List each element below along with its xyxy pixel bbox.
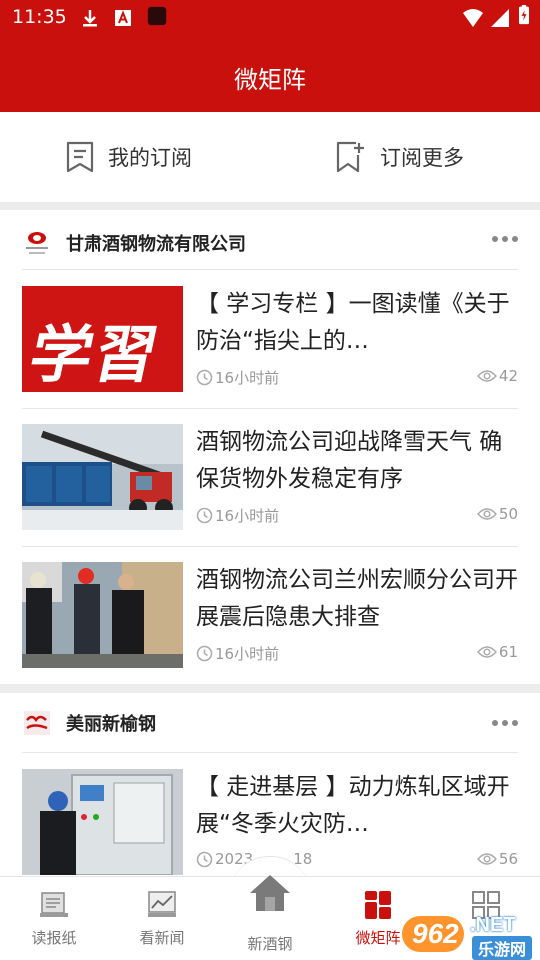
article-item[interactable]: 学習 【 学习专栏 】一图读懂《关于防治“指尖上的… 16小时前 42 [22, 270, 518, 408]
more-options-icon[interactable] [488, 720, 518, 726]
article-thumbnail [22, 769, 183, 875]
tab-label: 读报纸 [31, 929, 77, 947]
tab-label: 新酒钢 [247, 935, 293, 953]
tab-label: 看新闻 [139, 929, 185, 947]
reach-stacker-photo [22, 424, 183, 530]
eye-icon [476, 853, 497, 865]
clock-icon [196, 645, 213, 662]
bookmark-list-icon [66, 141, 94, 173]
account-card: 美丽新榆钢 【 走进基层 】动力炼轧区域开展“冬季火灾防… 2023 18 56 [0, 693, 540, 876]
article-views: 42 [476, 367, 518, 385]
article-title: 酒钢物流公司迎战降雪天气 确保货物外发稳定有序 [196, 429, 503, 492]
matrix-icon [365, 891, 391, 919]
font-a-icon [115, 10, 131, 26]
article-views: 56 [476, 850, 518, 868]
page-title: 微矩阵 [234, 66, 306, 94]
watermark-sub: 乐游网 [472, 936, 533, 960]
account-name: 美丽新榆钢 [66, 714, 156, 735]
newspaper-icon [40, 892, 68, 917]
account-name: 甘肃酒钢物流有限公司 [66, 234, 246, 255]
watermark-logo: 962 .NET 乐游网 [400, 912, 540, 960]
article-time-text: 16小时前 [215, 369, 280, 387]
subscription-bar: 我的订阅 订阅更多 [0, 112, 540, 202]
thumbnail-calligraphy: 学習 [23, 318, 167, 391]
watermark-suffix: .NET [470, 914, 516, 936]
article-thumbnail [22, 424, 183, 530]
article-thumbnail: 学習 [22, 286, 183, 392]
status-bar: 11:35 [0, 0, 540, 36]
tab-read-newspaper[interactable]: 读报纸 [0, 877, 108, 960]
clock-icon [196, 507, 213, 524]
battery-icon [519, 5, 529, 25]
article-title: 【 走进基层 】动力炼轧区域开展“冬季火灾防… [196, 774, 510, 837]
wifi-icon [463, 9, 483, 27]
account-logo-icon [22, 228, 52, 258]
signal-icon [491, 9, 509, 27]
inspection-photo [22, 562, 183, 668]
article-title: 酒钢物流公司兰州宏顺分公司开展震后隐患大排查 [196, 567, 518, 630]
article-views-count: 61 [498, 643, 518, 661]
more-options-icon[interactable] [488, 236, 518, 242]
bookmark-add-icon [336, 141, 364, 173]
eye-icon [476, 370, 497, 382]
watermark-brand: 962 [412, 918, 459, 949]
article-time-text: 16小时前 [215, 645, 280, 663]
account-header[interactable]: 甘肃酒钢物流有限公司 [22, 228, 246, 258]
article-views-count: 50 [498, 505, 518, 523]
clock-icon [196, 369, 213, 386]
my-subscriptions-button[interactable]: 我的订阅 [66, 140, 192, 174]
clock-icon [196, 851, 213, 867]
app-bar: 微矩阵 [0, 36, 540, 112]
article-views-count: 56 [498, 850, 518, 868]
article-time: 16小时前 [196, 367, 279, 388]
article-item[interactable]: 酒钢物流公司迎战降雪天气 确保货物外发稳定有序 16小时前 50 [22, 408, 518, 546]
eye-icon [476, 508, 497, 520]
subscribe-more-label: 订阅更多 [380, 146, 464, 170]
app-square-icon [147, 6, 167, 26]
account-card: 甘肃酒钢物流有限公司 学習 【 学习专栏 】一图读懂《关于防治“指尖上的… 16… [0, 210, 540, 684]
status-time: 11:35 [12, 6, 67, 28]
article-views: 50 [476, 505, 518, 523]
news-chart-icon [148, 891, 176, 917]
control-cabinet-photo [22, 769, 183, 875]
my-subscriptions-label: 我的订阅 [108, 146, 192, 170]
article-title: 【 学习专栏 】一图读懂《关于防治“指尖上的… [196, 291, 510, 354]
tab-view-news[interactable]: 看新闻 [108, 877, 216, 960]
home-icon [250, 875, 290, 911]
account-logo-icon [22, 708, 52, 738]
tab-new-jiugang[interactable]: 新酒钢 [216, 875, 324, 960]
eye-icon [476, 646, 497, 658]
subscribe-more-button[interactable]: 订阅更多 [336, 140, 464, 174]
download-icon [83, 10, 97, 27]
article-views: 61 [476, 643, 518, 661]
article-thumbnail [22, 562, 183, 668]
article-time: 16小时前 [196, 643, 279, 664]
article-time-text: 16小时前 [215, 507, 280, 525]
article-time: 16小时前 [196, 505, 279, 526]
article-item[interactable]: 酒钢物流公司兰州宏顺分公司开展震后隐患大排查 16小时前 61 [22, 546, 518, 684]
article-views-count: 42 [498, 367, 518, 385]
account-header[interactable]: 美丽新榆钢 [22, 708, 156, 738]
